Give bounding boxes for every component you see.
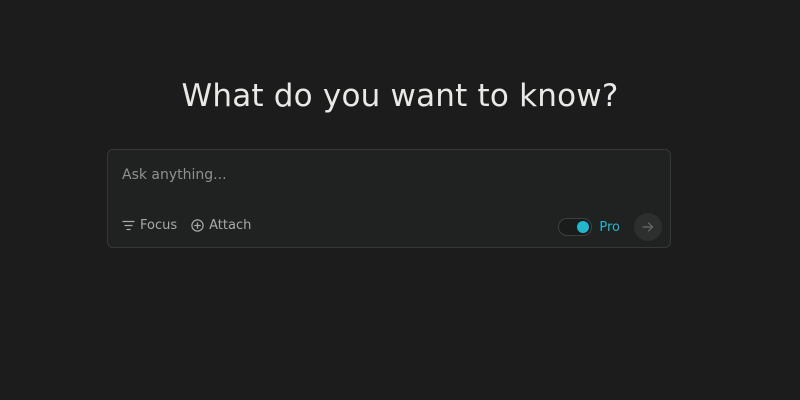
pro-toggle-knob xyxy=(577,221,590,233)
pro-toggle[interactable]: Pro xyxy=(558,218,620,236)
search-input[interactable] xyxy=(122,162,652,188)
attach-button[interactable]: Attach xyxy=(191,218,251,233)
page: What do you want to know? Focus xyxy=(0,0,800,400)
ask-box: Focus Attach Pro xyxy=(107,149,671,248)
page-title: What do you want to know? xyxy=(181,78,619,114)
plus-circle-icon xyxy=(191,219,204,232)
submit-button[interactable] xyxy=(634,213,662,241)
focus-label: Focus xyxy=(140,218,178,233)
toolbar-right: Pro xyxy=(558,213,662,241)
toolbar-left: Focus Attach xyxy=(122,218,251,233)
arrow-right-icon xyxy=(642,220,654,235)
attach-label: Attach xyxy=(209,218,252,233)
pro-toggle-track[interactable] xyxy=(558,218,593,236)
focus-button[interactable]: Focus xyxy=(122,218,177,233)
filter-lines-icon xyxy=(122,220,135,231)
pro-label: Pro xyxy=(599,219,620,235)
